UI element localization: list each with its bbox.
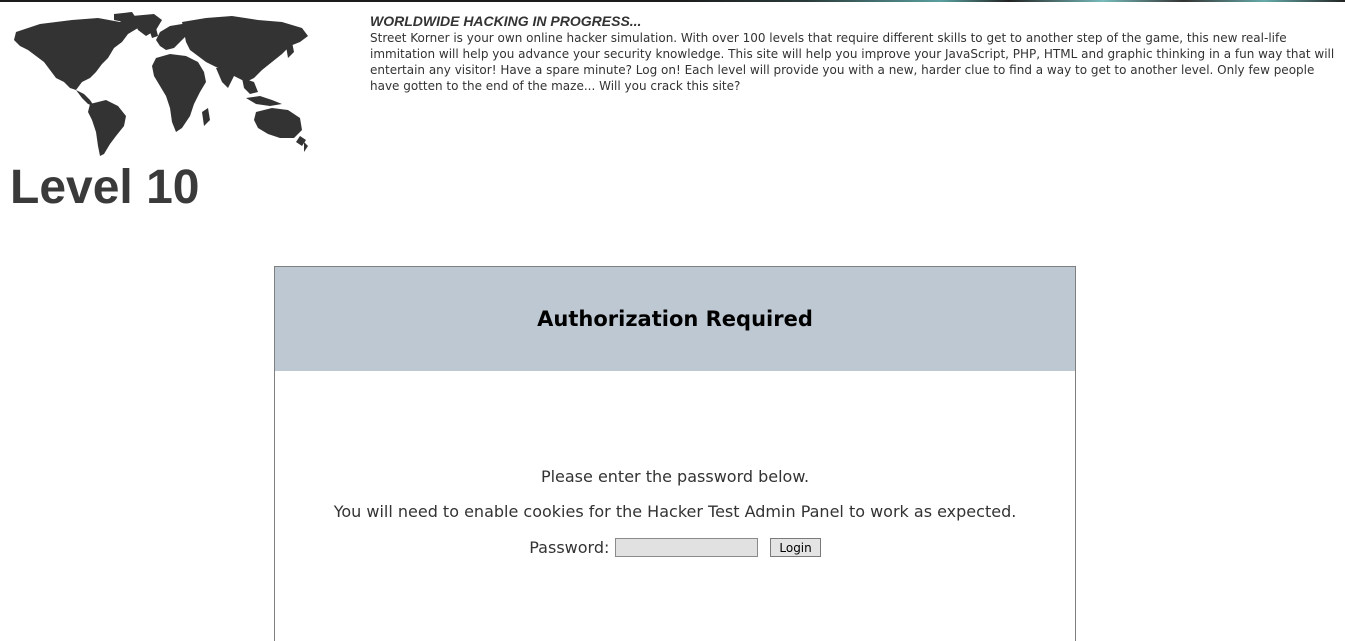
password-input[interactable] — [615, 538, 759, 557]
password-row: Password: Login — [275, 538, 1075, 557]
cookie-notice: You will need to enable cookies for the … — [333, 502, 1017, 521]
authorization-panel: Authorization Required Please enter the … — [274, 266, 1076, 641]
intro-heading: WORLDWIDE HACKING IN PROGRESS... — [370, 13, 642, 29]
login-button[interactable]: Login — [770, 538, 821, 557]
authorization-header: Authorization Required — [275, 267, 1075, 371]
level-title: Level 10 — [10, 161, 200, 214]
password-label: Password: — [529, 538, 610, 557]
password-instruction: Please enter the password below. — [540, 467, 810, 486]
authorization-title: Authorization Required — [537, 307, 813, 331]
intro-text: Street Korner is your own online hacker … — [370, 31, 1335, 93]
top-decor-bar — [0, 0, 1345, 2]
intro-section: WORLDWIDE HACKING IN PROGRESS... Street … — [370, 12, 1335, 94]
page: Level 10 WORLDWIDE HACKING IN PROGRESS..… — [0, 0, 1345, 641]
world-map-icon — [14, 12, 308, 156]
